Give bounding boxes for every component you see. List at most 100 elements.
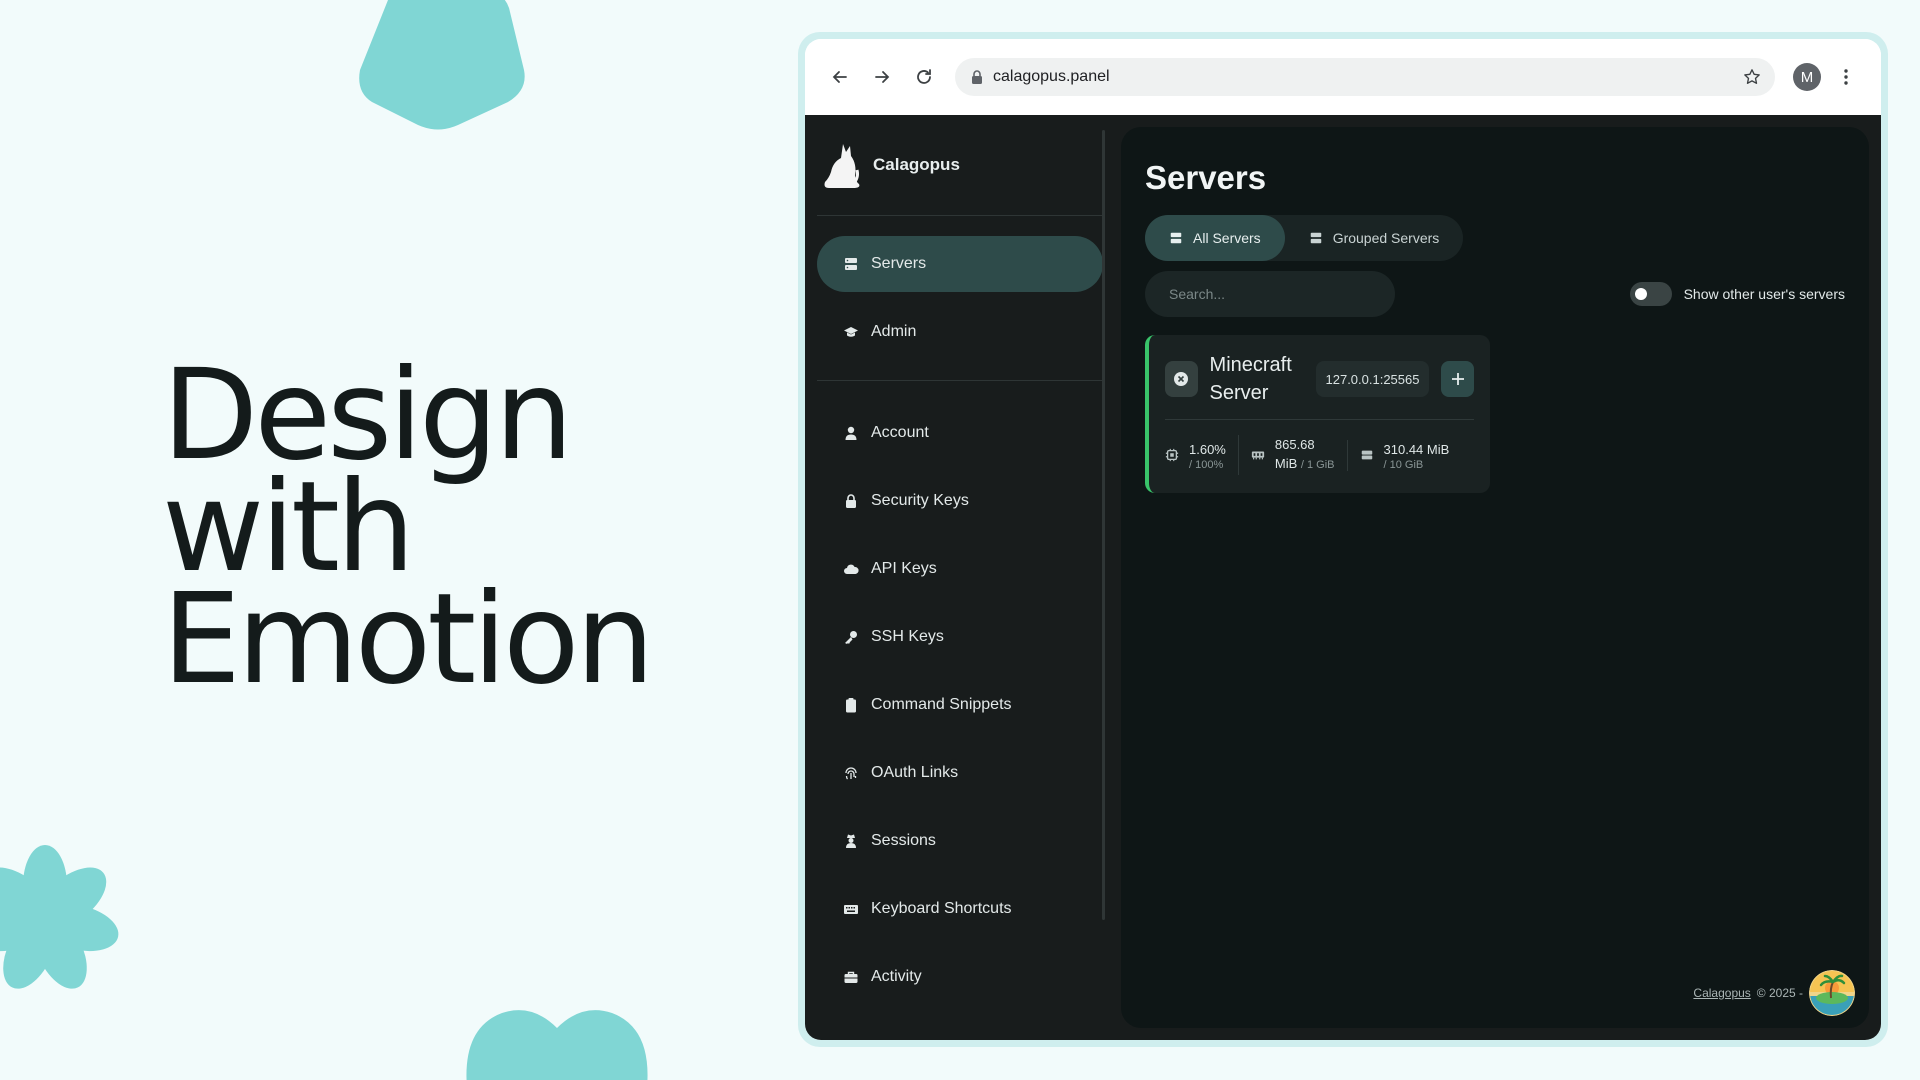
server-icon (1310, 232, 1321, 244)
sidebar-item-oauth-links[interactable]: OAuth Links (817, 745, 1103, 801)
tab-grouped-servers[interactable]: Grouped Servers (1285, 215, 1464, 261)
cpu-icon (1165, 448, 1179, 462)
key-icon (845, 631, 857, 644)
sidebar-item-label: Keyboard Shortcuts (871, 900, 1012, 917)
sidebar-item-label: OAuth Links (871, 764, 959, 781)
browser-inner: calagopus.panel M Calagopus Servers Admi… (805, 39, 1881, 1040)
memory-limit: / 1 GiB (1300, 459, 1335, 471)
memory-unit: MiB (1274, 456, 1298, 471)
sidebar-item-label: Servers (871, 255, 927, 272)
footer-copyright: © 2025 - (1756, 986, 1803, 1000)
arrow-right-icon (875, 71, 890, 83)
browser-window: calagopus.panel M Calagopus Servers Admi… (798, 32, 1888, 1047)
clipboard-icon (846, 698, 856, 713)
forward-button[interactable] (865, 60, 899, 94)
lock-icon (972, 70, 982, 84)
server-stats: 1.60% / 100% 865.68 MiB / 1 GiB 310.44 M… (1165, 420, 1474, 490)
arrow-left-icon (832, 71, 847, 83)
disk-value: 310.44 MiB (1383, 441, 1450, 457)
filter-row: Show other user's servers (1145, 271, 1845, 317)
deco-pentagon-shape (359, 0, 525, 130)
cpu-limit: / 100% (1189, 458, 1224, 471)
tab-label: All Servers (1193, 230, 1261, 246)
app-shell: Calagopus Servers Admin Account Security… (805, 115, 1881, 1040)
server-view-tabs: All Servers Grouped Servers (1145, 215, 1464, 261)
deco-heart-shape (466, 1010, 648, 1080)
lock-icon (846, 494, 856, 508)
fingerprint-icon (845, 767, 857, 780)
server-icon (1170, 232, 1182, 244)
sidebar-item-api-keys[interactable]: API Keys (817, 541, 1103, 597)
sidebar-scrollbar[interactable] (1102, 130, 1105, 920)
sidebar-divider (817, 380, 1103, 381)
reload-icon (917, 69, 931, 84)
graduation-cap-icon (844, 327, 858, 337)
disk-limit: / 10 GiB (1383, 458, 1424, 471)
profile-avatar[interactable]: M (1793, 63, 1821, 91)
cat-logo-icon (824, 144, 860, 188)
island-globe-icon[interactable] (1809, 970, 1855, 1016)
cpu-stat: 1.60% / 100% (1165, 440, 1238, 471)
memory-stat: 865.68 MiB / 1 GiB (1237, 435, 1347, 475)
sidebar-item-command-snippets[interactable]: Command Snippets (817, 677, 1103, 733)
reload-button[interactable] (907, 60, 941, 94)
footer-link[interactable]: Calagopus (1693, 986, 1750, 1000)
brand-name: Calagopus (873, 155, 960, 174)
sidebar-item-label: Command Snippets (871, 696, 1012, 713)
sidebar-item-label: API Keys (871, 560, 937, 577)
tab-all-servers[interactable]: All Servers (1145, 215, 1285, 261)
briefcase-icon (844, 971, 858, 983)
sidebar: Calagopus Servers Admin Account Security… (805, 115, 1115, 1040)
other-users-toggle[interactable] (1629, 282, 1672, 306)
browser-menu-button[interactable] (1829, 60, 1863, 94)
main-content: Servers All Servers Grouped Servers Sear… (1121, 127, 1869, 1028)
sidebar-divider (817, 215, 1103, 216)
server-name: Minecraft Server (1209, 354, 1292, 404)
server-status-indicator (1165, 361, 1198, 397)
sidebar-item-account[interactable]: Account (817, 405, 1103, 461)
hero-line-3: Emotion (162, 567, 655, 712)
sidebar-item-keyboard-shortcuts[interactable]: Keyboard Shortcuts (817, 881, 1103, 937)
sidebar-item-activity[interactable]: Activity (817, 949, 1103, 1005)
hard-drive-icon (1361, 450, 1372, 460)
sidebar-item-sessions[interactable]: Sessions (817, 813, 1103, 869)
cpu-value: 1.60% (1189, 441, 1226, 457)
back-button[interactable] (823, 60, 857, 94)
sidebar-item-ssh-keys[interactable]: SSH Keys (817, 609, 1103, 665)
disk-stat: 310.44 MiB / 10 GiB (1346, 439, 1462, 471)
toggle-knob (1634, 288, 1647, 300)
tab-label: Grouped Servers (1332, 230, 1440, 246)
sidebar-item-admin[interactable]: Admin (817, 304, 1103, 360)
browser-toolbar: calagopus.panel M (805, 39, 1881, 115)
plus-icon (1451, 373, 1464, 385)
sidebar-item-label: Admin (871, 323, 917, 340)
footer: Calagopus © 2025 - (1693, 970, 1855, 1016)
search-input[interactable] (1145, 271, 1395, 317)
kebab-menu-icon (1844, 69, 1848, 85)
close-circle-icon (1174, 372, 1189, 386)
server-icon (845, 258, 857, 270)
server-card[interactable]: Minecraft Server 127.0.0.1:25565 1.60% /… (1145, 335, 1490, 493)
add-button[interactable] (1441, 361, 1475, 397)
memory-icon (1251, 451, 1264, 460)
memory-value: 865.68 (1274, 437, 1315, 452)
user-icon (845, 426, 857, 440)
sidebar-item-security-keys[interactable]: Security Keys (817, 473, 1103, 529)
sidebar-item-label: Sessions (871, 832, 936, 849)
server-card-header: Minecraft Server 127.0.0.1:25565 (1165, 349, 1475, 409)
toggle-label: Show other user's servers (1683, 286, 1845, 302)
hero-headline: Design with Emotion (162, 353, 655, 712)
sidebar-item-label: SSH Keys (871, 628, 944, 645)
keyboard-icon (844, 905, 858, 914)
sidebar-item-label: Security Keys (871, 492, 969, 509)
server-address-chip[interactable]: 127.0.0.1:25565 (1315, 361, 1430, 397)
bookmark-star-icon[interactable] (1743, 68, 1761, 86)
url-text: calagopus.panel (993, 68, 1110, 85)
brand[interactable]: Calagopus (805, 115, 1115, 215)
address-bar[interactable]: calagopus.panel (955, 58, 1775, 96)
page-title: Servers (1145, 159, 1267, 196)
sidebar-item-label: Account (871, 424, 929, 441)
sidebar-item-label: Activity (871, 968, 922, 985)
sidebar-item-servers[interactable]: Servers (817, 236, 1103, 292)
cloud-icon (844, 564, 859, 574)
